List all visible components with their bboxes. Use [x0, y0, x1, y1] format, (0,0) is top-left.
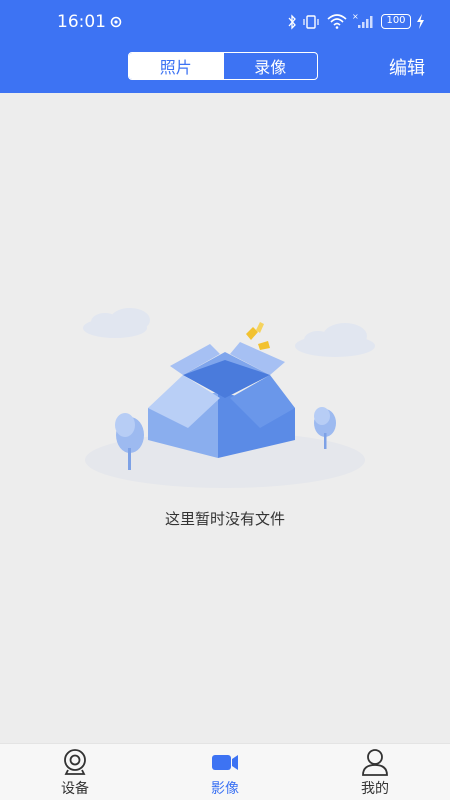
- tab-media-label: 影像: [211, 781, 239, 797]
- top-header: 16:01 × 100 照片 录像 编辑: [0, 0, 450, 93]
- wifi-icon: [327, 14, 347, 29]
- notification-icon: [110, 16, 122, 28]
- camera-icon: [64, 749, 86, 775]
- tab-media[interactable]: 影像: [150, 744, 300, 800]
- bluetooth-icon: [288, 14, 296, 30]
- tab-devices-label: 设备: [61, 781, 89, 797]
- status-time: 16:01: [57, 12, 106, 32]
- open-box-illustration: [83, 308, 375, 488]
- user-icon: [362, 749, 388, 776]
- edit-button[interactable]: 编辑: [389, 54, 425, 80]
- signal-icon: ×: [352, 12, 373, 28]
- svg-text:×: ×: [352, 12, 359, 21]
- status-bar: 16:01 × 100: [0, 0, 450, 44]
- tab-photos[interactable]: 照片: [129, 53, 223, 79]
- cloud-left-icon: [83, 308, 150, 338]
- media-type-tabs: 照片 录像: [128, 52, 318, 80]
- battery-indicator: 100: [381, 14, 411, 29]
- empty-state-message: 这里暂时没有文件: [164, 510, 285, 528]
- vibrate-icon: [303, 15, 319, 29]
- cloud-right-icon: [295, 323, 375, 357]
- tab-devices[interactable]: 设备: [0, 744, 150, 800]
- tab-profile-label: 我的: [361, 781, 389, 797]
- sparkle-icon: [246, 322, 270, 350]
- tab-profile[interactable]: 我的: [300, 744, 450, 800]
- bottom-tab-bar: 设备 影像 我的: [0, 743, 450, 800]
- video-icon: [212, 755, 238, 770]
- tab-videos[interactable]: 录像: [222, 53, 318, 79]
- charging-icon: [417, 14, 424, 29]
